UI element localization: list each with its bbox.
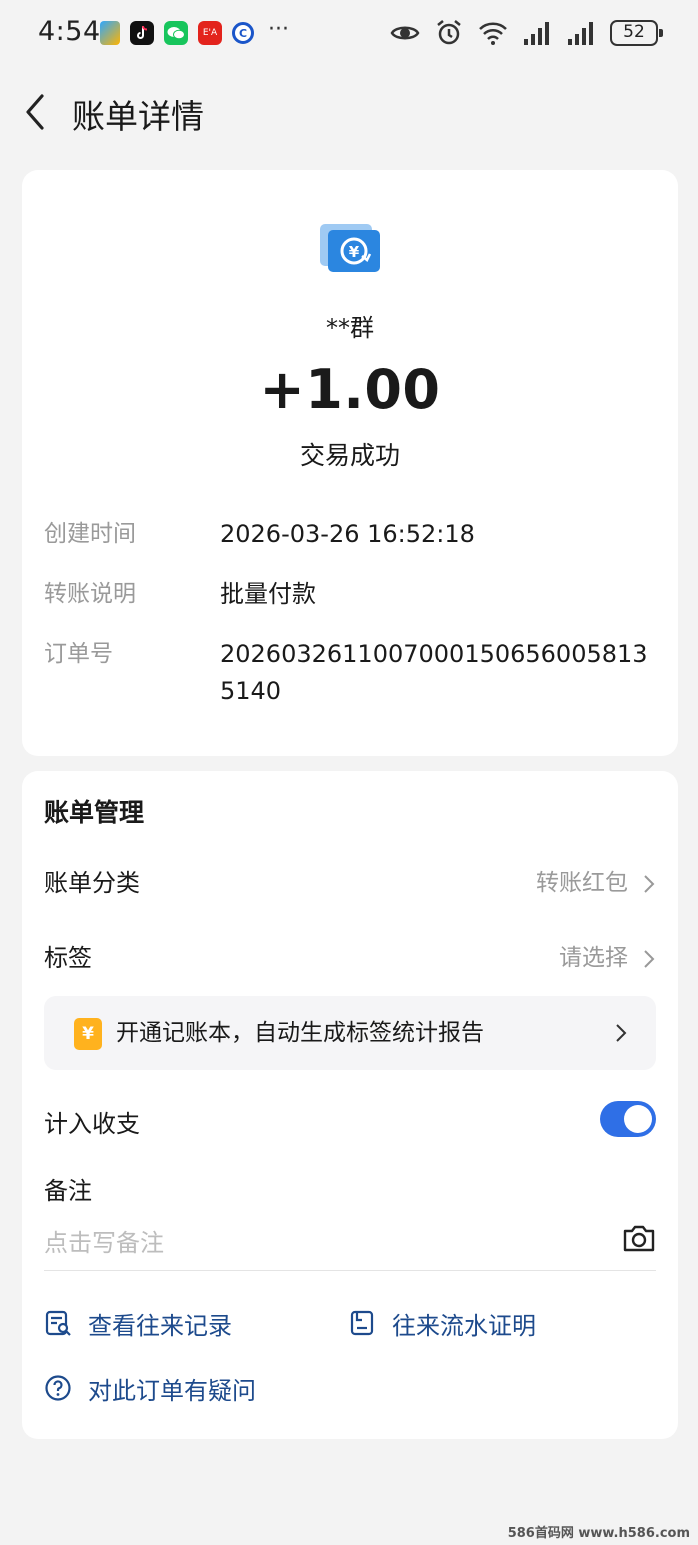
system-icons: 52: [390, 19, 663, 47]
bill-management-card: 账单管理 账单分类 转账红包 标签 请选择 ¥ 开通记账本，自动生成标签统计报告…: [22, 771, 678, 1439]
tag-label: 标签: [44, 944, 92, 972]
include-in-balance-row: 计入收支: [44, 1101, 656, 1144]
watermark: 586首码网 www.h586.com: [507, 1526, 690, 1541]
record-search-icon: [45, 1310, 71, 1336]
question-circle-icon: [45, 1375, 71, 1401]
category-value: 转账红包: [536, 870, 628, 896]
yuan-coupon-icon: ¥: [74, 1018, 102, 1050]
transaction-status: 交易成功: [299, 441, 400, 470]
detail-row-order-number: 订单号 20260326110070001506560058135140: [44, 636, 656, 716]
payer-name: **群: [326, 314, 374, 342]
chevron-right-icon: [616, 1024, 627, 1042]
eye-icon: [390, 26, 420, 40]
notification-icons: E'A C ···: [100, 17, 289, 45]
news-app-icon-text: E'A: [202, 28, 218, 38]
video-app-icon: [100, 21, 120, 45]
camera-icon[interactable]: [622, 1223, 656, 1253]
note-row: 备注: [44, 1171, 656, 1211]
detail-row-created-time: 创建时间 2026-03-26 16:52:18: [44, 516, 656, 556]
document-icon: [350, 1310, 374, 1336]
battery-icon: 52: [610, 20, 663, 46]
tag-value: 请选择: [559, 945, 628, 971]
transaction-proof-label: 往来流水证明: [392, 1311, 536, 1340]
detail-label: 创建时间: [44, 521, 136, 547]
transaction-card: ¥ **群 +1.00 交易成功 创建时间 2026-03-26 16:52:1…: [22, 170, 678, 756]
bank-app-icon: C: [232, 22, 254, 44]
chevron-right-icon: [644, 875, 655, 893]
view-history-link[interactable]: 查看往来记录: [44, 1303, 232, 1343]
category-row[interactable]: 账单分类 转账红包: [44, 863, 656, 903]
order-question-link[interactable]: 对此订单有疑问: [44, 1368, 256, 1408]
detail-value: 2026-03-26 16:52:18: [220, 520, 475, 548]
include-toggle[interactable]: [600, 1101, 656, 1137]
wifi-icon: [479, 22, 507, 45]
status-time: 4:54: [38, 16, 101, 47]
detail-label: 转账说明: [44, 581, 136, 607]
include-label: 计入收支: [44, 1110, 140, 1138]
wechat-icon: [164, 21, 188, 45]
detail-row-transfer-note: 转账说明 批量付款: [44, 576, 656, 616]
order-question-label: 对此订单有疑问: [88, 1376, 256, 1405]
alarm-icon: [437, 20, 461, 45]
transaction-proof-link[interactable]: 往来流水证明: [348, 1303, 536, 1343]
promo-text: 开通记账本，自动生成标签统计报告: [116, 1020, 484, 1046]
back-arrow-icon[interactable]: [20, 90, 56, 134]
ledger-promo-banner[interactable]: ¥ 开通记账本，自动生成标签统计报告: [44, 996, 656, 1070]
tag-row[interactable]: 标签 请选择: [44, 938, 656, 978]
category-label: 账单分类: [44, 869, 140, 897]
note-placeholder: 点击写备注: [44, 1229, 164, 1257]
tiktok-icon: [130, 21, 154, 45]
view-history-label: 查看往来记录: [88, 1311, 232, 1340]
signal-icon-1: [524, 22, 549, 45]
news-app-icon: E'A: [198, 21, 222, 45]
chevron-right-icon: [644, 950, 655, 968]
page-header: 账单详情: [0, 80, 698, 144]
transaction-amount: +1.00: [259, 358, 441, 421]
svg-text:¥: ¥: [349, 243, 360, 261]
more-notifications-icon: ···: [268, 16, 289, 42]
section-title: 账单管理: [44, 798, 145, 827]
transfer-icon: ¥: [320, 224, 380, 272]
toggle-knob: [624, 1105, 652, 1133]
detail-label: 订单号: [44, 641, 113, 667]
note-input[interactable]: 点击写备注: [44, 1219, 656, 1271]
note-label: 备注: [44, 1177, 92, 1205]
page-title: 账单详情: [72, 97, 204, 136]
status-bar: 4:54 E'A C ··· 52: [0, 0, 698, 70]
signal-icon-2: [568, 22, 593, 45]
detail-value: 批量付款: [220, 580, 316, 608]
order-number-value[interactable]: 20260326110070001506560058135140: [220, 636, 660, 710]
